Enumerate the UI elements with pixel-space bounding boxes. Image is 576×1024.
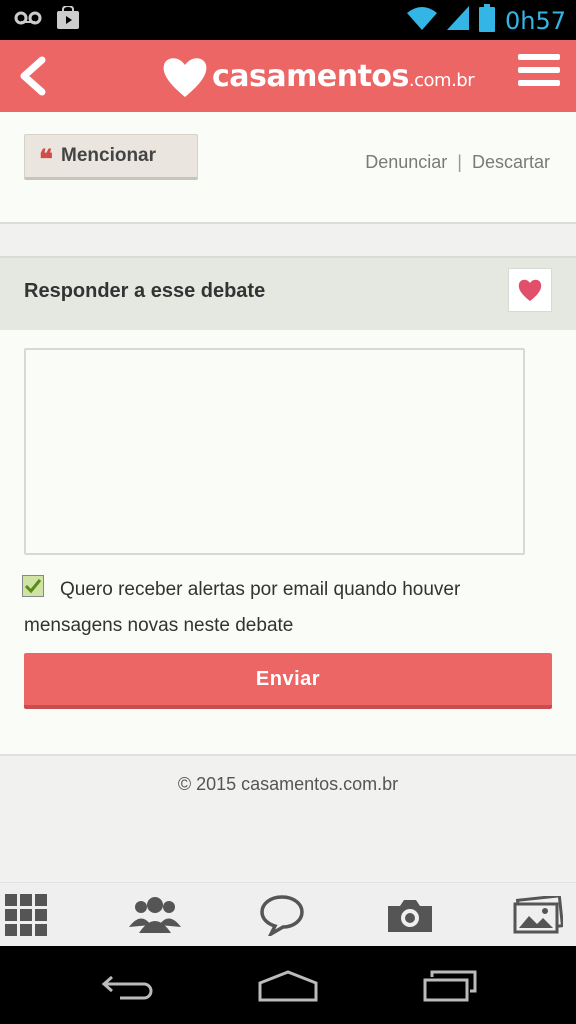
reply-form: Quero receber alertas por email quando h… bbox=[0, 330, 576, 756]
play-store-icon bbox=[56, 5, 80, 35]
link-separator: | bbox=[457, 152, 462, 172]
email-alert-label: Quero receber alertas por email quando h… bbox=[24, 579, 461, 636]
back-button[interactable] bbox=[14, 52, 50, 100]
clock: 0h57 bbox=[504, 6, 566, 35]
quote-icon: ❝ bbox=[39, 145, 53, 175]
app-header: casamentos.com.br bbox=[0, 40, 576, 112]
logo-text: casamentos bbox=[212, 58, 409, 94]
grid-icon[interactable] bbox=[4, 891, 48, 939]
hamburger-menu-icon[interactable] bbox=[518, 54, 560, 98]
favorite-button[interactable] bbox=[508, 268, 552, 312]
signal-icon bbox=[446, 6, 469, 35]
back-icon[interactable] bbox=[98, 964, 158, 1008]
photos-icon[interactable] bbox=[512, 891, 564, 939]
respond-header: Responder a esse debate bbox=[0, 256, 576, 330]
system-nav-bar bbox=[0, 946, 576, 1024]
recent-apps-icon[interactable] bbox=[420, 964, 480, 1008]
send-button[interactable]: Enviar bbox=[24, 653, 552, 709]
message-textarea[interactable] bbox=[24, 348, 525, 555]
home-icon[interactable] bbox=[256, 964, 320, 1008]
chevron-left-icon bbox=[20, 56, 46, 96]
chat-bubble-icon[interactable] bbox=[258, 891, 306, 939]
bottom-nav bbox=[0, 882, 576, 947]
status-bar: 0h57 bbox=[0, 0, 576, 40]
respond-title: Responder a esse debate bbox=[24, 280, 266, 302]
mention-button[interactable]: ❝ Mencionar bbox=[24, 134, 198, 180]
community-icon[interactable] bbox=[128, 891, 182, 939]
discard-link[interactable]: Descartar bbox=[472, 152, 550, 173]
wifi-icon bbox=[406, 6, 437, 35]
logo-suffix: .com.br bbox=[408, 69, 475, 91]
camera-icon[interactable] bbox=[386, 891, 434, 939]
heart-logo-icon bbox=[163, 58, 207, 97]
battery-icon bbox=[478, 4, 495, 37]
heart-icon bbox=[518, 279, 542, 301]
voicemail-icon bbox=[14, 10, 42, 31]
report-link[interactable]: Denunciar bbox=[365, 152, 447, 173]
post-actions: ❝ Mencionar Denunciar | Descartar bbox=[0, 112, 576, 224]
mention-label: Mencionar bbox=[61, 145, 157, 166]
logo[interactable]: casamentos.com.br bbox=[160, 50, 475, 102]
copyright: © 2015 casamentos.com.br bbox=[177, 774, 399, 794]
